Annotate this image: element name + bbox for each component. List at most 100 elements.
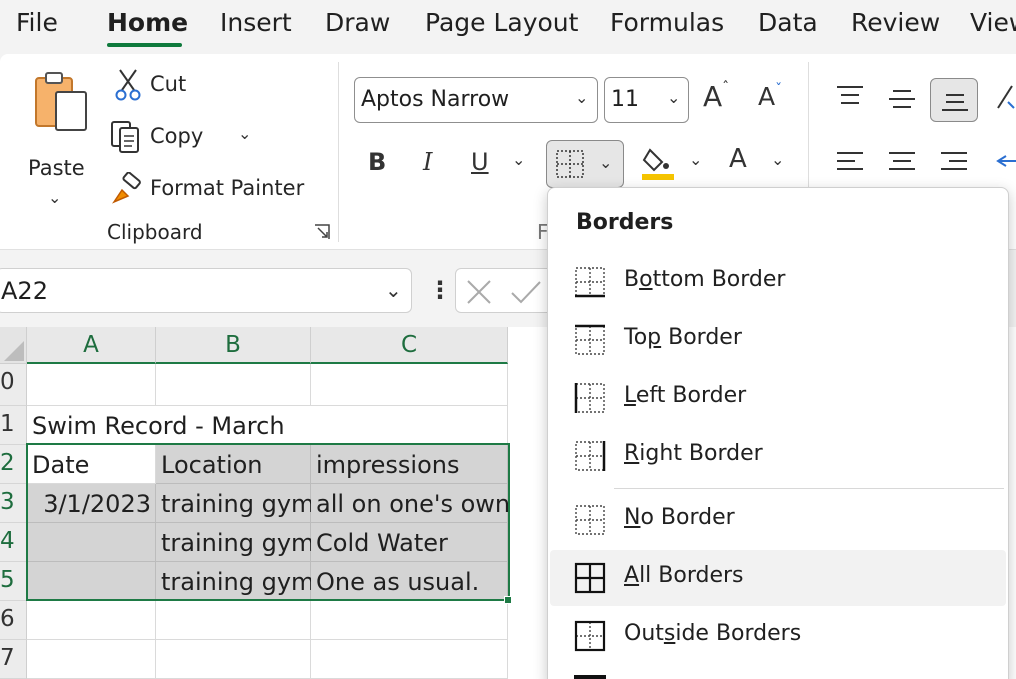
paintbrush-icon bbox=[111, 172, 141, 204]
cut-button[interactable]: Cut bbox=[110, 68, 230, 104]
cell-b0[interactable] bbox=[156, 364, 311, 406]
menu-item-no-border[interactable]: No Border bbox=[550, 492, 1006, 548]
cell-a2[interactable]: Date bbox=[27, 445, 156, 484]
cell-c6[interactable] bbox=[311, 601, 508, 640]
cell-a3[interactable]: 3/1/2023 bbox=[27, 484, 156, 523]
select-all-corner[interactable] bbox=[0, 327, 27, 364]
more-options-icon[interactable]: ⋮ bbox=[428, 276, 452, 304]
row-header[interactable]: 2 bbox=[0, 445, 27, 484]
cell-a6[interactable] bbox=[27, 601, 156, 640]
tab-insert[interactable]: Insert bbox=[220, 8, 292, 37]
row-header[interactable]: 6 bbox=[0, 601, 27, 640]
font-family-dropdown[interactable]: Aptos Narrow ⌄ bbox=[354, 77, 598, 123]
scissors-icon bbox=[115, 69, 141, 101]
align-left-icon[interactable] bbox=[836, 150, 864, 174]
menu-item-label: Top Border bbox=[624, 325, 742, 350]
cell-c0[interactable] bbox=[311, 364, 508, 406]
cell-c4[interactable]: Cold Water bbox=[311, 523, 508, 562]
grow-font-button[interactable]: Aˆ bbox=[703, 80, 729, 113]
top-border-icon bbox=[575, 324, 605, 355]
cell-c5[interactable]: One as usual. bbox=[311, 562, 508, 601]
shrink-font-button[interactable]: Aˇ bbox=[758, 82, 782, 111]
row-header[interactable]: 3 bbox=[0, 484, 27, 523]
cell-a1[interactable]: Swim Record - March bbox=[27, 406, 285, 445]
align-center-icon[interactable] bbox=[888, 150, 916, 174]
italic-button[interactable]: I bbox=[423, 148, 432, 176]
cell-a0[interactable] bbox=[27, 364, 156, 406]
row-header[interactable]: 4 bbox=[0, 523, 27, 562]
enter-check-icon[interactable] bbox=[510, 279, 542, 305]
menu-item-label: No Border bbox=[624, 505, 735, 530]
orientation-icon[interactable] bbox=[994, 82, 1016, 112]
borders-icon bbox=[556, 150, 584, 178]
borders-button[interactable]: ⌄ bbox=[546, 140, 624, 188]
tab-view[interactable]: View bbox=[970, 8, 1016, 37]
cell-b2[interactable]: Location bbox=[156, 445, 311, 484]
bottom-align-button[interactable] bbox=[930, 78, 978, 122]
menu-item-top-border[interactable]: Top Border bbox=[550, 312, 1006, 368]
cell-a5[interactable] bbox=[27, 562, 156, 601]
column-header-b[interactable]: B bbox=[156, 327, 311, 364]
cell-c2[interactable]: impressions bbox=[311, 445, 508, 484]
name-box[interactable]: A22 ⌄ bbox=[0, 268, 412, 313]
chevron-down-icon[interactable]: ⌄ bbox=[512, 150, 525, 169]
menu-item-label: Left Border bbox=[624, 383, 747, 408]
menu-item-bottom-border[interactable]: Bottom Border bbox=[550, 254, 1006, 310]
column-header-a[interactable]: A bbox=[27, 327, 156, 364]
tab-file[interactable]: File bbox=[16, 8, 58, 37]
decrease-indent-icon[interactable] bbox=[996, 150, 1016, 174]
cancel-icon[interactable] bbox=[466, 279, 492, 305]
name-box-value: A22 bbox=[1, 277, 48, 305]
cell-b3[interactable]: training gym bbox=[156, 484, 314, 523]
tab-draw[interactable]: Draw bbox=[325, 8, 390, 37]
row-header[interactable]: 7 bbox=[0, 640, 27, 679]
align-right-icon[interactable] bbox=[940, 150, 968, 174]
cell-a4[interactable] bbox=[27, 523, 156, 562]
tab-review[interactable]: Review bbox=[851, 8, 940, 37]
copy-icon bbox=[111, 121, 139, 153]
menu-item-right-border[interactable]: Right Border bbox=[550, 428, 1006, 484]
chevron-down-icon[interactable]: ⌄ bbox=[689, 150, 702, 169]
menu-item-left-border[interactable]: Left Border bbox=[550, 370, 1006, 426]
tab-formulas[interactable]: Formulas bbox=[610, 8, 724, 37]
font-size-value: 11 bbox=[611, 87, 639, 112]
fill-handle[interactable] bbox=[504, 596, 512, 604]
cell-b4[interactable]: training gym bbox=[156, 523, 314, 562]
outside-borders-icon bbox=[574, 620, 606, 652]
menu-separator bbox=[614, 488, 1004, 489]
menu-item-label: All Borders bbox=[624, 563, 744, 588]
font-color-button[interactable]: A bbox=[729, 144, 747, 174]
row-header[interactable]: 0 bbox=[0, 364, 27, 406]
cell-c3[interactable]: all on one's own bbox=[311, 484, 510, 523]
top-align-icon[interactable] bbox=[836, 84, 864, 108]
row-header[interactable]: 5 bbox=[0, 562, 27, 601]
copy-button[interactable]: Copy ⌄ bbox=[110, 120, 260, 156]
chevron-down-icon[interactable]: ⌄ bbox=[771, 150, 784, 169]
menu-item-label: Right Border bbox=[624, 441, 763, 466]
tab-data[interactable]: Data bbox=[758, 8, 818, 37]
cell-b6[interactable] bbox=[156, 601, 311, 640]
column-header-c[interactable]: C bbox=[311, 327, 508, 364]
paste-label: Paste bbox=[28, 156, 85, 180]
cell-c7[interactable] bbox=[311, 640, 508, 679]
paste-button[interactable]: Paste ⌄ bbox=[16, 68, 96, 238]
format-painter-button[interactable]: Format Painter bbox=[110, 172, 320, 208]
cell-c1[interactable] bbox=[311, 406, 508, 445]
menu-item-all-borders[interactable]: All Borders bbox=[550, 550, 1006, 606]
fill-color-button[interactable] bbox=[642, 144, 676, 182]
chevron-down-icon: ⌄ bbox=[599, 153, 613, 172]
middle-align-icon[interactable] bbox=[888, 88, 916, 112]
font-size-dropdown[interactable]: 11 ⌄ bbox=[604, 77, 689, 123]
chevron-down-icon[interactable]: ⌄ bbox=[238, 124, 251, 143]
tab-home[interactable]: Home bbox=[107, 8, 188, 37]
row-header[interactable]: 1 bbox=[0, 406, 27, 445]
cell-b7[interactable] bbox=[156, 640, 311, 679]
clipboard-group-label: Clipboard bbox=[107, 220, 203, 244]
underline-button[interactable]: U bbox=[471, 148, 489, 176]
cell-b5[interactable]: training gym bbox=[156, 562, 314, 601]
tab-page-layout[interactable]: Page Layout bbox=[425, 8, 578, 37]
bold-button[interactable]: B bbox=[368, 148, 386, 176]
menu-item-outside-borders[interactable]: Outside Borders bbox=[550, 608, 1006, 664]
dialog-launcher-icon[interactable] bbox=[314, 224, 330, 240]
cell-a7[interactable] bbox=[27, 640, 156, 679]
